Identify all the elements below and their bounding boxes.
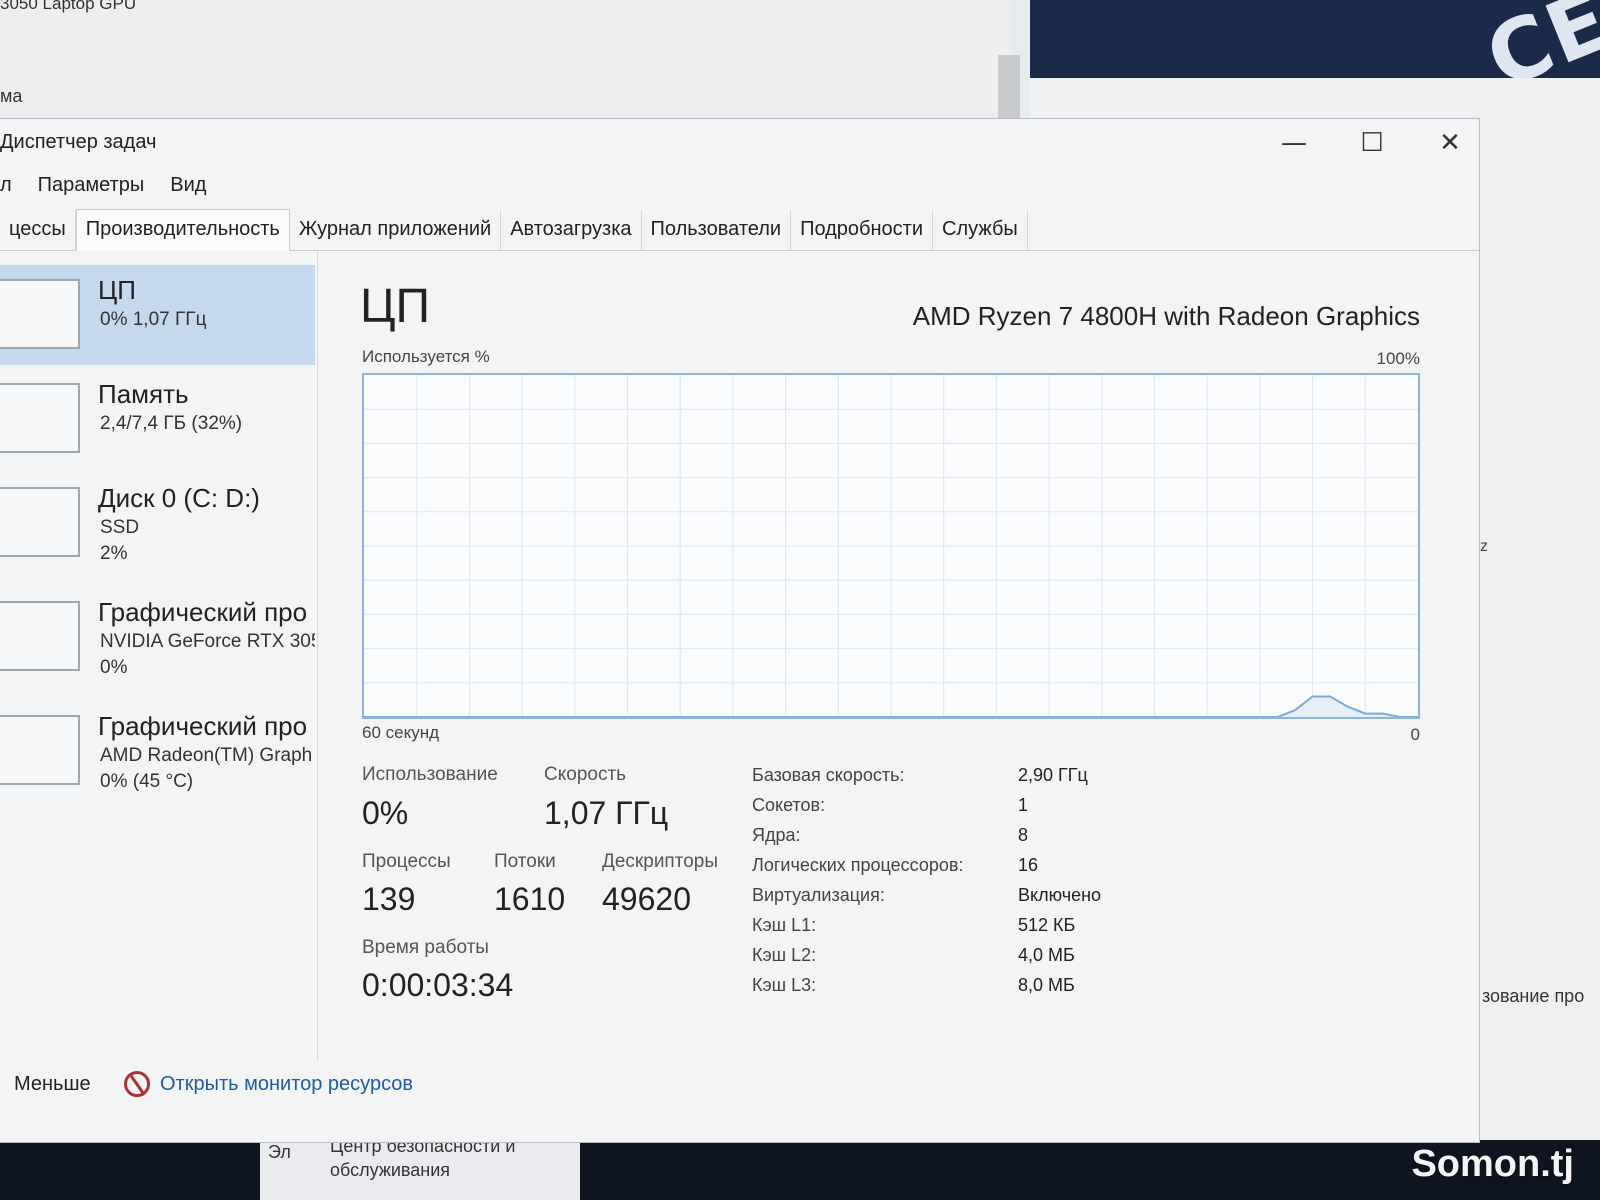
cpu-thumbnail xyxy=(0,279,80,349)
background-scrollbar xyxy=(998,55,1020,125)
maximize-button[interactable]: ☐ xyxy=(1333,119,1411,167)
spec-key-cores: Ядра: xyxy=(752,825,801,845)
background-fragment: Эл xyxy=(268,1142,291,1162)
tab-strip: цессы Производительность Журнал приложен… xyxy=(0,209,1479,251)
menu-options[interactable]: Параметры xyxy=(38,174,145,197)
sidebar-item-label: ЦП xyxy=(98,275,136,305)
spec-value-l2-cache: 4,0 МБ xyxy=(1018,945,1075,965)
tab-details[interactable]: Подробности xyxy=(791,210,934,250)
memory-thumbnail xyxy=(0,383,80,453)
uptime-label: Время работы xyxy=(362,937,489,958)
graph-x-end-label: 0 xyxy=(1410,725,1420,744)
footer-bar: Меньше Открыть монитор ресурсов xyxy=(0,1059,1479,1109)
handles-value: 49620 xyxy=(602,881,691,917)
threads-label: Потоки xyxy=(494,851,556,872)
graph-x-start-label: 60 секунд xyxy=(362,723,440,742)
sidebar-item-label: Графический про xyxy=(98,597,308,627)
tab-performance[interactable]: Производительность xyxy=(75,209,290,251)
sidebar-item-detail: 0% 1,07 ГГц xyxy=(100,309,207,330)
spec-key-l3-cache: Кэш L3: xyxy=(752,975,817,995)
background-fragment: зование про xyxy=(1482,986,1585,1006)
spec-key-virtualization: Виртуализация: xyxy=(752,885,885,905)
usage-label: Использование xyxy=(362,764,498,785)
spec-value-virtualization: Включено xyxy=(1018,885,1102,905)
sidebar-item-detail: SSD xyxy=(100,517,140,538)
sidebar-item-detail: 2,4/7,4 ГБ (32%) xyxy=(100,413,243,434)
background-window-left: 3050 Laptop GPU ма xyxy=(0,0,1020,125)
spec-value-sockets: 1 xyxy=(1018,795,1029,815)
speed-label: Скорость xyxy=(544,764,627,785)
sidebar-item-memory[interactable]: Память 2,4/7,4 ГБ (32%) xyxy=(0,369,315,469)
spec-key-l1-cache: Кэш L1: xyxy=(752,915,817,935)
minimize-button[interactable]: — xyxy=(1255,119,1333,167)
tab-users[interactable]: Пользователи xyxy=(642,210,792,250)
fewer-details-link[interactable]: Меньше xyxy=(14,1059,91,1109)
sidebar-item-label: Диск 0 (C: D:) xyxy=(98,483,260,513)
background-text: ма xyxy=(0,86,23,106)
spec-key-l2-cache: Кэш L2: xyxy=(752,945,817,965)
sidebar-item-usage: 0% (45 °C) xyxy=(100,771,194,792)
tab-startup[interactable]: Автозагрузка xyxy=(501,210,642,250)
spec-value-logical-processors: 16 xyxy=(1018,855,1039,875)
sidebar-item-gpu-nvidia[interactable]: Графический про NVIDIA GeForce RTX 305 0… xyxy=(0,587,315,687)
tab-processes[interactable]: цессы xyxy=(0,210,76,250)
spec-key-base-speed: Базовая скорость: xyxy=(752,765,905,785)
spec-value-l3-cache: 8,0 МБ xyxy=(1018,975,1075,995)
threads-value: 1610 xyxy=(494,881,566,917)
cpu-model-name: AMD Ryzen 7 4800H with Radeon Graphics xyxy=(912,301,1420,331)
graph-y-max-label: 100% xyxy=(1376,349,1420,368)
spec-value-base-speed: 2,90 ГГц xyxy=(1018,765,1088,785)
processes-label: Процессы xyxy=(362,851,451,872)
spec-key-sockets: Сокетов: xyxy=(752,795,826,815)
background-gpu-text: 3050 Laptop GPU xyxy=(0,0,137,13)
security-center-line2: обслуживания xyxy=(330,1160,451,1180)
close-button[interactable]: ✕ xyxy=(1411,119,1489,167)
resource-monitor-icon[interactable] xyxy=(124,1071,150,1097)
title-bar[interactable]: Диспетчер задач — ☐ ✕ xyxy=(0,119,1479,167)
page-title: ЦП xyxy=(360,280,431,333)
cpu-usage-graph xyxy=(362,373,1420,719)
window-title: Диспетчер задач xyxy=(0,131,157,153)
gpu-thumbnail xyxy=(0,601,80,671)
open-resource-monitor-link[interactable]: Открыть монитор ресурсов xyxy=(160,1059,413,1109)
performance-sidebar: ЦП 0% 1,07 ГГц Память 2,4/7,4 ГБ (32%) Д… xyxy=(0,251,318,1061)
background-logo: CE xyxy=(1473,0,1600,78)
task-manager-window: Диспетчер задач — ☐ ✕ л Параметры Вид це… xyxy=(0,118,1480,1143)
watermark: Somon.tj xyxy=(1411,1143,1574,1185)
sidebar-item-detail: AMD Radeon(TM) Graph xyxy=(100,745,313,766)
spec-value-cores: 8 xyxy=(1018,825,1029,845)
tab-services[interactable]: Службы xyxy=(933,210,1028,250)
spec-key-logical-processors: Логических процессоров: xyxy=(752,855,964,875)
background-panel: Эл Центр безопасности и обслуживания xyxy=(260,1136,580,1200)
background-dark-banner: CE xyxy=(1030,0,1600,78)
spec-value-l1-cache: 512 КБ xyxy=(1018,915,1076,935)
sidebar-item-gpu-amd[interactable]: Графический про AMD Radeon(TM) Graph 0% … xyxy=(0,701,315,801)
handles-label: Дескрипторы xyxy=(602,851,718,872)
menu-bar: л Параметры Вид xyxy=(0,167,1479,203)
sidebar-item-label: Память xyxy=(98,379,189,409)
uptime-value: 0:00:03:34 xyxy=(362,967,514,1003)
usage-value: 0% xyxy=(362,795,409,831)
sidebar-item-label: Графический про xyxy=(98,711,308,741)
cpu-usage-chart xyxy=(364,375,1418,717)
menu-view[interactable]: Вид xyxy=(170,174,206,197)
disk-thumbnail xyxy=(0,487,80,557)
sidebar-item-detail: NVIDIA GeForce RTX 305 xyxy=(100,631,315,652)
processes-value: 139 xyxy=(362,881,416,917)
sidebar-item-usage: 0% xyxy=(100,657,128,678)
tab-app-history[interactable]: Журнал приложений xyxy=(290,210,502,250)
sidebar-item-disk[interactable]: Диск 0 (C: D:) SSD 2% xyxy=(0,473,315,573)
graph-y-label: Используется % xyxy=(362,347,490,366)
sidebar-item-cpu[interactable]: ЦП 0% 1,07 ГГц xyxy=(0,265,315,365)
taskbar-background: Эл Центр безопасности и обслуживания xyxy=(0,1136,1600,1200)
menu-file[interactable]: л xyxy=(0,174,12,197)
speed-value: 1,07 ГГц xyxy=(544,795,669,831)
sidebar-item-usage: 2% xyxy=(100,543,128,564)
background-fragment: z xyxy=(1480,538,1488,555)
gpu-thumbnail xyxy=(0,715,80,785)
